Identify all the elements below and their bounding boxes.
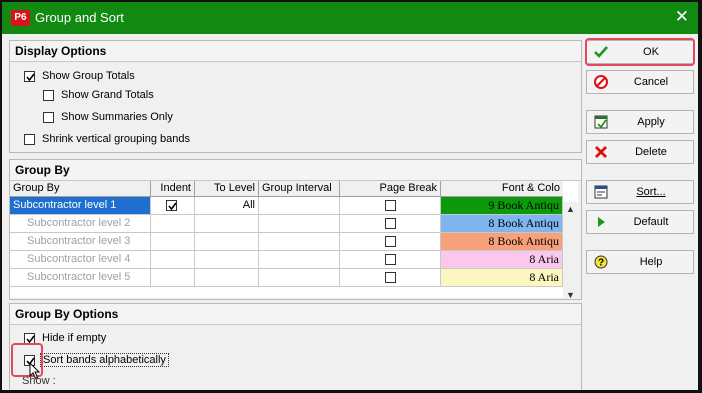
font-color-cell[interactable]: 8 Book Antiqu [441,215,563,233]
apply-icon [594,115,608,129]
to-level-cell[interactable] [195,251,259,269]
group-and-sort-dialog: P6 Group and Sort ✕ Display Options Show… [2,2,698,390]
indent-cell[interactable] [151,269,195,287]
show-group-totals-checkbox[interactable] [24,71,35,82]
column-header-group-by[interactable]: Group By [10,181,151,197]
cancel-button-label: Cancel [633,76,669,88]
delete-icon [595,146,607,158]
group-by-cell[interactable]: Subcontractor level 3 [10,233,151,251]
default-button-label: Default [633,216,669,228]
show-grand-totals-label: Show Grand Totals [61,89,154,101]
page-break-cell[interactable] [340,215,441,233]
group-interval-cell[interactable] [259,269,340,287]
column-header-indent[interactable]: Indent [151,181,195,197]
p6-app-icon: P6 [11,10,30,26]
column-header-group-interval[interactable]: Group Interval [259,181,340,197]
shrink-vertical-bands-checkbox[interactable] [24,134,35,145]
column-header-font-color[interactable]: Font & Colo [441,181,563,197]
help-button[interactable]: ? Help [586,250,694,274]
indent-cell[interactable] [151,233,195,251]
indent-cell[interactable] [151,197,195,215]
display-options-heading: Display Options [10,41,581,62]
svg-text:?: ? [598,258,604,269]
checkmark-icon [168,202,177,211]
group-by-heading: Group By [10,160,581,181]
scroll-up-icon[interactable]: ▲ [566,204,575,214]
column-header-to-level[interactable]: To Level [195,181,259,197]
font-color-cell[interactable]: 8 Aria [441,269,563,287]
indent-cell[interactable] [151,251,195,269]
page-break-cell[interactable] [340,233,441,251]
vertical-scrollbar[interactable]: ▲ ▼ [563,202,578,298]
font-color-cell[interactable]: 8 Aria [441,251,563,269]
group-by-options-heading: Group By Options [10,304,581,325]
apply-button-label: Apply [637,116,665,128]
hide-if-empty-label: Hide if empty [42,332,107,344]
page-break-checkbox[interactable] [385,272,396,283]
to-level-cell[interactable]: All [195,197,259,215]
sort-bands-alphabetically-label: Sort bands alphabetically [40,353,169,367]
help-icon: ? [594,255,608,269]
sort-button[interactable]: Sort... [586,180,694,204]
group-by-panel: Group By Group By Indent To Level Group … [9,159,582,300]
checkmark-icon [26,73,35,82]
mouse-pointer-icon [29,362,41,380]
page-break-checkbox[interactable] [385,236,396,247]
group-by-options-panel: Group By Options Hide if empty Sort band… [9,303,582,390]
group-by-cell[interactable]: Subcontractor level 4 [10,251,151,269]
page-break-checkbox[interactable] [385,254,396,265]
window-title: Group and Sort [35,10,124,25]
help-button-label: Help [639,256,663,268]
page-break-cell[interactable] [340,251,441,269]
group-interval-cell[interactable] [259,215,340,233]
scroll-down-icon[interactable]: ▼ [566,290,575,298]
sort-button-label: Sort... [636,186,666,198]
group-interval-cell[interactable] [259,233,340,251]
delete-button-label: Delete [635,146,667,158]
play-arrow-icon [598,217,605,227]
title-bar: P6 Group and Sort ✕ [2,2,698,34]
close-icon[interactable]: ✕ [675,7,689,27]
default-button[interactable]: Default [586,210,694,234]
group-interval-cell[interactable] [259,197,340,215]
group-interval-cell[interactable] [259,251,340,269]
indent-cell[interactable] [151,215,195,233]
font-color-cell[interactable]: 9 Book Antiqu [441,197,563,215]
cancel-icon [594,75,608,89]
cancel-button[interactable]: Cancel [586,70,694,94]
shrink-vertical-bands-label: Shrink vertical grouping bands [42,133,190,145]
page-break-cell[interactable] [340,197,441,215]
to-level-cell[interactable] [195,233,259,251]
apply-button[interactable]: Apply [586,110,694,134]
page-break-checkbox[interactable] [385,200,396,211]
sort-icon [594,185,608,199]
group-by-cell[interactable]: Subcontractor level 5 [10,269,151,287]
show-group-totals-label: Show Group Totals [42,70,135,82]
to-level-cell[interactable] [195,215,259,233]
column-header-page-break[interactable]: Page Break [340,181,441,197]
group-by-cell[interactable]: Subcontractor level 1 [10,197,151,215]
font-color-cell[interactable]: 8 Book Antiqu [441,233,563,251]
show-summaries-only-checkbox[interactable] [43,112,54,123]
group-by-grid: Group By Indent To Level Group Interval … [10,181,578,298]
group-by-cell[interactable]: Subcontractor level 2 [10,215,151,233]
display-options-panel: Display Options Show Group Totals Show G… [9,40,582,153]
show-summaries-only-label: Show Summaries Only [61,111,173,123]
to-level-cell[interactable] [195,269,259,287]
page-break-cell[interactable] [340,269,441,287]
ok-button-highlight [585,38,695,66]
delete-button[interactable]: Delete [586,140,694,164]
indent-checkbox[interactable] [166,200,177,211]
show-grand-totals-checkbox[interactable] [43,90,54,101]
page-break-checkbox[interactable] [385,218,396,229]
